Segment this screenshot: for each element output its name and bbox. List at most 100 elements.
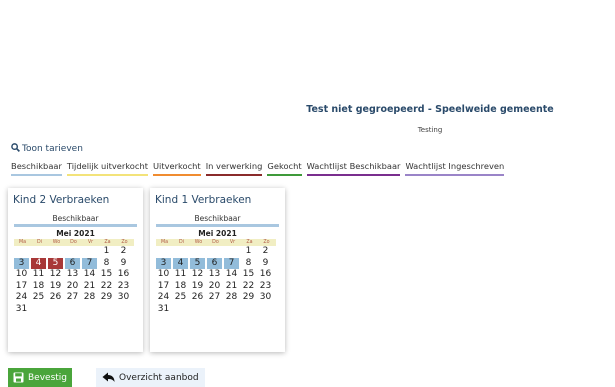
status-legend: Beschikbaar Tijdelijk uitverkocht Uitver… [11,161,509,176]
calendar-day[interactable]: 2 [116,246,131,258]
calendar-day[interactable]: 17 [14,281,29,293]
weekday-label: Vr [87,240,94,245]
bevestig-label: Bevestig [28,372,68,383]
calendar-day[interactable]: 25 [31,292,46,304]
calendar-day[interactable]: 12 [190,269,205,281]
weekday-label: Do [70,240,77,245]
calendar-day[interactable]: 8 [99,258,114,270]
calendar-week: 10 11 12 13 14 15 16 [156,269,276,281]
calendar-day[interactable]: 4 [31,257,46,269]
calendar-day[interactable]: 27 [207,292,222,304]
calendar-day[interactable]: 23 [258,281,273,293]
weekday-label: Vr [229,240,236,245]
calendar-day[interactable]: 21 [82,281,97,293]
calendar-day[interactable]: 24 [14,292,29,304]
legend-item-beschikbaar: Beschikbaar [11,161,62,176]
calendar-day[interactable]: 16 [116,269,131,281]
calendar-day[interactable]: 26 [48,292,63,304]
child-name: Kind 2 Verbraeken [13,194,110,206]
calendar-day[interactable]: 29 [241,292,256,304]
calendar-day[interactable]: 2 [258,246,273,258]
calendar-day[interactable]: 10 [156,269,171,281]
calendar-day[interactable]: 13 [65,269,80,281]
calendar-day[interactable]: 14 [224,269,239,281]
calendar-day[interactable]: 8 [241,258,256,270]
calendar-day[interactable]: 17 [156,281,171,293]
calendar-day[interactable]: 22 [241,281,256,293]
calendar-day[interactable]: 30 [116,292,131,304]
legend-item-gekocht: Gekocht [267,161,302,176]
page-title: Test niet gegroepeerd - Speelweide gemee… [306,104,554,115]
calendar-day[interactable]: 23 [116,281,131,293]
legend-item-in-verwerking: In verwerking [205,161,263,176]
calendar-week: 17 18 19 20 21 22 23 [156,281,276,293]
calendar-day[interactable]: 24 [156,292,171,304]
calendar-day[interactable]: 13 [207,269,222,281]
calendar-day[interactable]: 10 [14,269,29,281]
calendar-day[interactable]: 25 [173,292,188,304]
back-arrow-icon [102,372,115,382]
calendar-day[interactable]: 31 [14,304,29,316]
calendar-day[interactable]: 5 [48,257,63,269]
weekday-label: Ma [18,240,27,245]
calendar-week: 12 [156,246,276,258]
calendar-day[interactable]: 3 [156,257,171,269]
toon-tarieven-link[interactable]: Toon tarieven [11,143,83,154]
overzicht-aanbod-button[interactable]: Overzicht aanbod [96,368,205,387]
calendar-day[interactable]: 15 [241,269,256,281]
legend-item-wachtlijst-beschikbaar: Wachtlijst Beschikbaar [306,161,401,176]
calendar-grid: Ma Di Wo Do Vr Za Zo 1 2 3 4 5 6 7 8 9 10 11 12 13 14 15 16 17 1… [156,239,276,315]
calendar-day[interactable]: 30 [258,292,273,304]
calendar-day[interactable]: 7 [82,257,97,269]
calendar-day[interactable]: 1 [241,246,256,258]
calendar-day[interactable]: 26 [190,292,205,304]
calendar-day[interactable]: 22 [99,281,114,293]
calendar-day[interactable]: 12 [48,269,63,281]
weekday-label: Zo [121,240,128,245]
weekday-label: Do [212,240,219,245]
weekday-label: Di [36,240,43,245]
calendar-day[interactable]: 20 [65,281,80,293]
calendar-day[interactable]: 14 [82,269,97,281]
calendar-day[interactable]: 15 [99,269,114,281]
weekday-label: Ma [160,240,169,245]
calendar-day[interactable]: 9 [258,258,273,270]
calendar-day[interactable]: 16 [258,269,273,281]
calendar-day[interactable]: 11 [173,269,188,281]
calendar-day[interactable]: 6 [65,257,80,269]
calendar-day[interactable]: 21 [224,281,239,293]
calendar-day[interactable]: 20 [207,281,222,293]
calendar-day[interactable]: 7 [224,257,239,269]
weekday-label: Di [178,240,185,245]
status-label: Beschikbaar [52,214,99,223]
calendar-week: 17 18 19 20 21 22 23 [14,281,134,293]
toon-tarieven-label: Toon tarieven [22,144,83,154]
search-icon [11,143,20,152]
calendar-day[interactable]: 31 [156,304,171,316]
calendar-day[interactable]: 28 [224,292,239,304]
child-card: Kind 2 Verbraeken Beschikbaar Mei 2021 M… [8,188,143,352]
calendar-day[interactable]: 9 [116,258,131,270]
save-icon [13,372,24,383]
weekday-header: Ma Di Wo Do Vr Za Zo [14,239,134,246]
bevestig-button[interactable]: Bevestig [8,368,73,387]
calendar-day[interactable]: 19 [190,281,205,293]
calendar-day[interactable]: 1 [99,246,114,258]
calendar-day[interactable]: 18 [173,281,188,293]
calendar-day[interactable]: 28 [82,292,97,304]
page-subtitle: Testing [417,126,443,134]
calendar-day[interactable]: 6 [207,257,222,269]
calendar-day[interactable]: 27 [65,292,80,304]
calendar-day[interactable]: 18 [31,281,46,293]
calendar-day[interactable]: 5 [190,257,205,269]
calendar-day[interactable]: 11 [31,269,46,281]
status-line [156,224,279,227]
calendar-day[interactable]: 4 [173,257,188,269]
weekday-label: Za [246,240,253,245]
calendar-week: 12 [14,246,134,258]
calendar-day[interactable]: 3 [14,257,29,269]
weekday-label: Wo [194,240,203,245]
calendar-day[interactable]: 29 [99,292,114,304]
calendar-day[interactable]: 19 [48,281,63,293]
weekday-header: Ma Di Wo Do Vr Za Zo [156,239,276,246]
